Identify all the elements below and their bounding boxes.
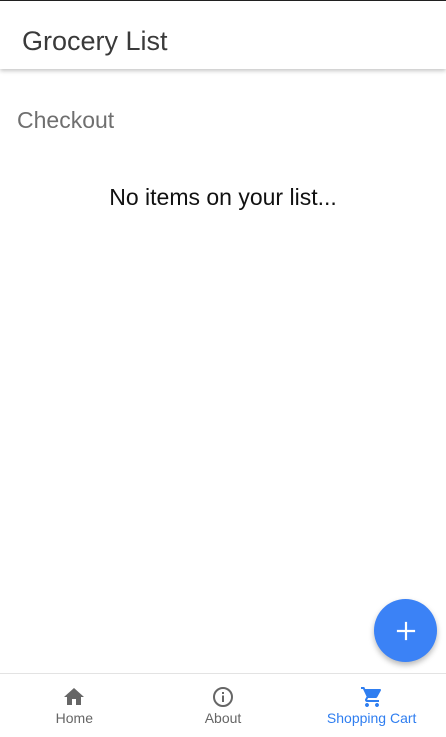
nav-item-label: Shopping Cart	[326, 710, 417, 726]
section-title: Checkout	[17, 107, 115, 133]
info-icon	[211, 686, 235, 708]
cart-icon	[360, 686, 384, 708]
home-icon	[62, 686, 86, 708]
plus-icon	[396, 621, 415, 640]
nav-item-shopping-cart[interactable]: Shopping Cart	[297, 674, 446, 737]
app-title: Grocery List	[22, 26, 168, 56]
nav-item-about[interactable]: About	[149, 674, 298, 737]
nav-item-home[interactable]: Home	[0, 674, 149, 737]
bottom-navigation: Home About Shopping Cart	[0, 673, 446, 737]
empty-list-message: No items on your list...	[109, 184, 337, 210]
nav-item-label: About	[204, 710, 242, 726]
add-item-button[interactable]	[374, 599, 437, 662]
nav-item-label: Home	[55, 710, 94, 726]
app-bar: Grocery List	[0, 1, 446, 69]
